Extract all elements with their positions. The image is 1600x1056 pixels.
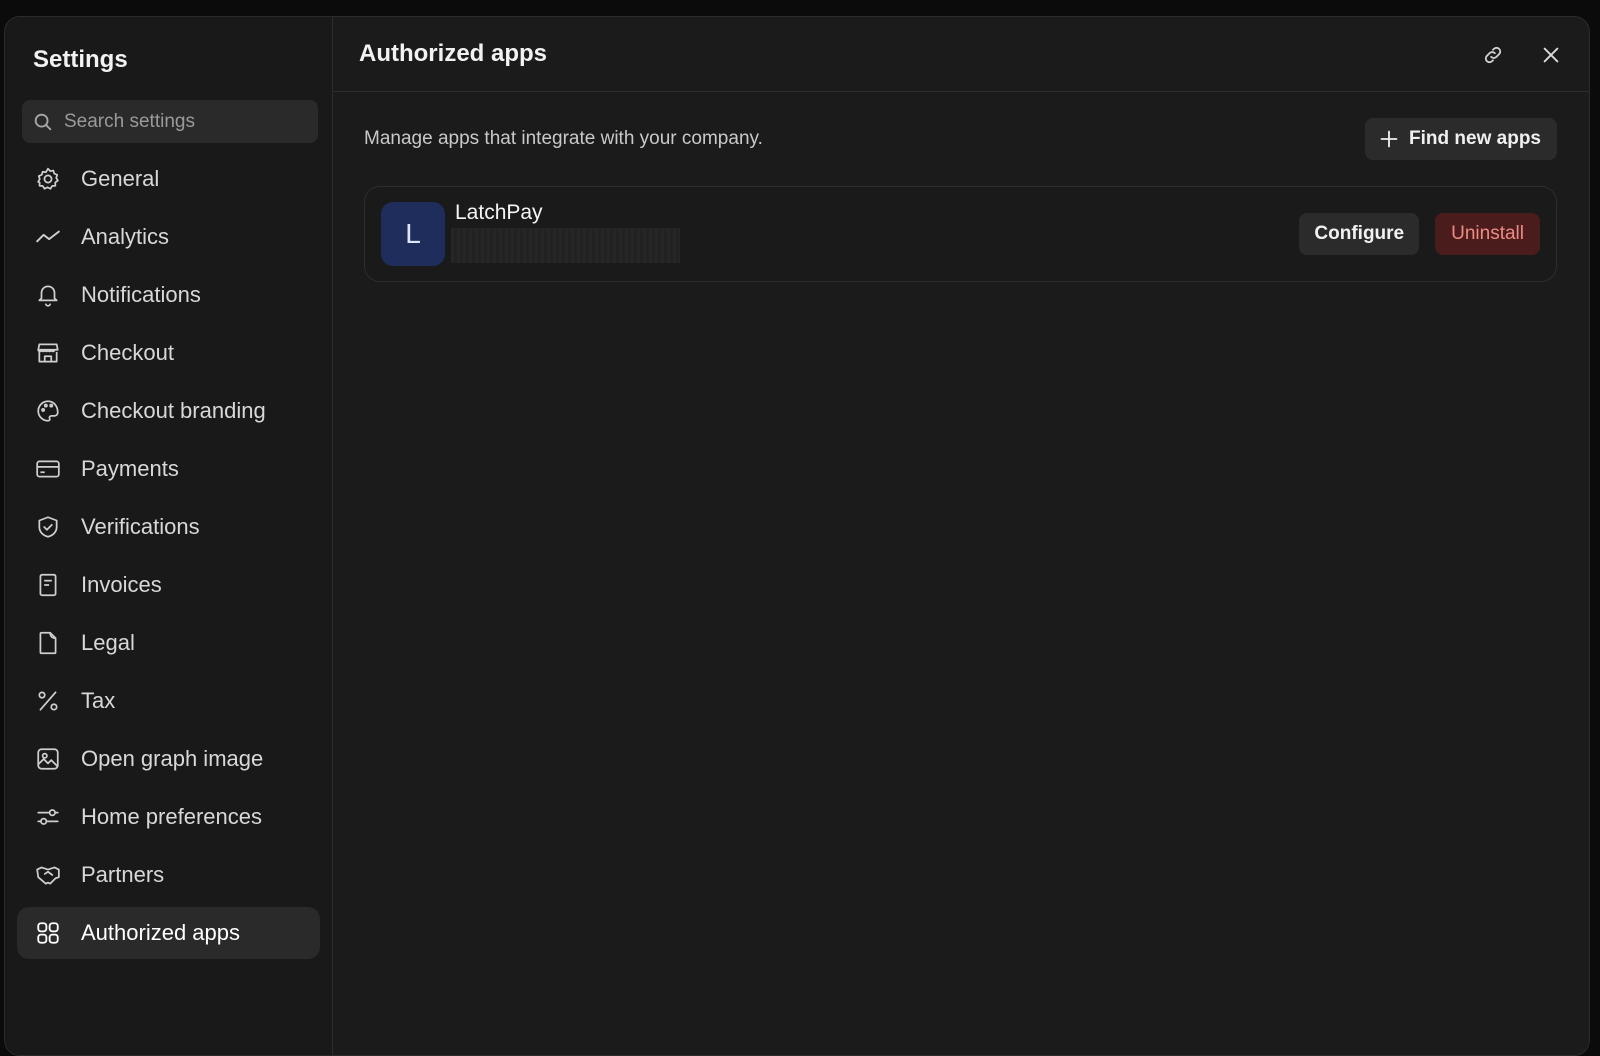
main-panel: Authorized apps Manage apps that integra… [333,17,1589,1055]
app-card: L LatchPay Configure Uninstall [364,186,1557,282]
sidebar-item-verifications[interactable]: Verifications [17,501,320,553]
copy-link-button[interactable] [1475,37,1511,73]
sidebar-item-partners[interactable]: Partners [17,849,320,901]
sidebar-item-label: Payments [81,456,179,481]
sidebar-item-label: Open graph image [81,746,264,771]
sidebar-item-label: Invoices [81,572,162,597]
sidebar-item-checkout[interactable]: Checkout [17,327,320,379]
sidebar-title: Settings [33,46,128,73]
sidebar-item-label: Home preferences [81,804,262,829]
receipt-icon [33,570,63,600]
sidebar-item-authorized-apps[interactable]: Authorized apps [17,907,320,959]
sidebar-item-label: Authorized apps [81,920,240,945]
close-button[interactable] [1533,37,1569,73]
sidebar-item-general[interactable]: General [17,153,320,205]
sidebar-item-payments[interactable]: Payments [17,443,320,495]
sidebar-item-label: Partners [81,862,165,887]
sidebar-item-label: Notifications [81,282,201,307]
close-icon [1543,47,1559,63]
sliders-icon [33,802,63,832]
sidebar-item-open-graph-image[interactable]: Open graph image [17,733,320,785]
bell-icon [33,280,63,310]
apps-toolbar: Manage apps that integrate with your com… [333,92,1589,186]
sidebar-item-label: Verifications [81,514,200,539]
search-input[interactable] [64,110,304,133]
page-title: Authorized apps [359,39,548,67]
find-new-apps-button[interactable]: Find new apps [1365,118,1557,160]
apps-grid-icon [33,918,63,948]
plus-icon [1380,130,1398,148]
settings-nav: General Analytics Notifications Checkout [17,153,320,959]
sidebar-item-invoices[interactable]: Invoices [17,559,320,611]
handshake-icon [33,860,63,890]
sidebar-item-label: Checkout [81,340,174,365]
search-box[interactable] [22,100,318,143]
page-description: Manage apps that integrate with your com… [364,128,763,149]
sidebar-item-notifications[interactable]: Notifications [17,269,320,321]
settings-modal: Settings General Analytics [4,16,1590,1056]
gear-icon [33,164,63,194]
app-name: LatchPay [455,201,543,224]
shield-check-icon [33,512,63,542]
uninstall-button[interactable]: Uninstall [1435,213,1540,255]
chart-line-icon [33,222,63,252]
app-description-redacted [451,228,680,263]
sidebar-item-analytics[interactable]: Analytics [17,211,320,263]
app-avatar: L [381,202,445,266]
sidebar-item-label: Analytics [81,224,170,249]
search-icon [34,113,52,130]
link-icon [1484,46,1502,64]
find-new-apps-label: Find new apps [1409,128,1541,149]
palette-icon [33,396,63,426]
credit-card-icon [33,454,63,484]
main-header: Authorized apps [333,17,1589,92]
document-icon [33,628,63,658]
sidebar-item-legal[interactable]: Legal [17,617,320,669]
sidebar-item-label: General [81,166,160,191]
app-info: LatchPay [451,201,680,263]
image-icon [33,744,63,774]
sidebar-item-label: Legal [81,630,135,655]
sidebar-item-tax[interactable]: Tax [17,675,320,727]
sidebar-item-checkout-branding[interactable]: Checkout branding [17,385,320,437]
percent-icon [33,686,63,716]
app-actions: Configure Uninstall [1299,213,1540,255]
sidebar-item-home-preferences[interactable]: Home preferences [17,791,320,843]
configure-button[interactable]: Configure [1299,213,1420,255]
sidebar-item-label: Checkout branding [81,398,266,423]
settings-sidebar: Settings General Analytics [5,17,333,1055]
sidebar-item-label: Tax [81,688,116,713]
storefront-icon [33,338,63,368]
header-actions [1475,37,1569,73]
